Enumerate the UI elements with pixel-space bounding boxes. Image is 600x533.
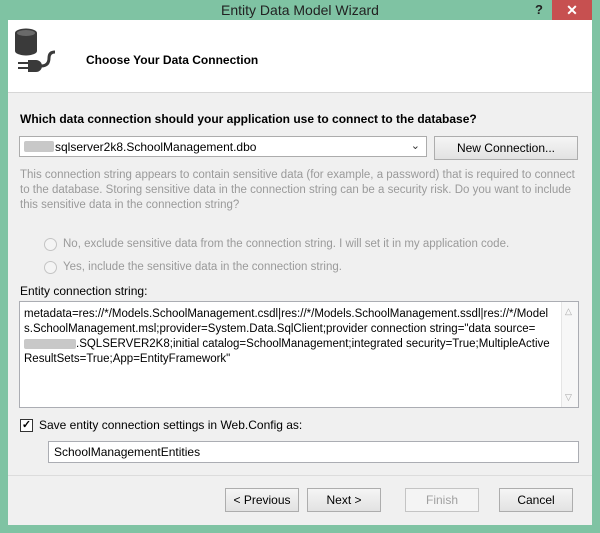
- scroll-up-icon[interactable]: △: [565, 306, 572, 317]
- connection-string-part: metadata=res://*/Models.SchoolManagement…: [24, 308, 549, 335]
- title-bar[interactable]: Entity Data Model Wizard ? ✕: [0, 0, 600, 20]
- sensitive-data-warning: This connection string appears to contai…: [20, 169, 575, 211]
- radio-button[interactable]: [44, 260, 57, 274]
- finish-button[interactable]: Finish: [405, 488, 479, 512]
- dialog-body: Choose Your Data Connection Which data c…: [8, 20, 592, 525]
- radio-exclude-label: No, exclude sensitive data from the conn…: [63, 238, 510, 250]
- connection-dropdown[interactable]: sqlserver2k8.SchoolManagement.dbo ⌄: [19, 136, 427, 157]
- save-settings-checkbox[interactable]: ✓: [20, 418, 33, 432]
- footer-divider: [8, 475, 592, 476]
- next-button[interactable]: Next >: [307, 488, 381, 512]
- new-connection-button[interactable]: New Connection...: [434, 136, 578, 160]
- wizard-window: Entity Data Model Wizard ? ✕ Choose Your…: [0, 0, 600, 533]
- window-title: Entity Data Model Wizard: [221, 2, 379, 18]
- wizard-header: Choose Your Data Connection: [8, 20, 592, 93]
- chevron-down-icon: ⌄: [410, 140, 420, 152]
- entity-connection-string: metadata=res://*/Models.SchoolManagement…: [24, 307, 554, 367]
- radio-include-label: Yes, include the sensitive data in the c…: [63, 261, 342, 273]
- page-title: Choose Your Data Connection: [86, 53, 259, 67]
- vertical-scrollbar[interactable]: △ ▽: [561, 302, 578, 407]
- previous-button[interactable]: < Previous: [225, 488, 299, 512]
- entity-name-input[interactable]: [48, 441, 579, 463]
- redacted-data-source: [24, 338, 76, 349]
- scroll-down-icon[interactable]: ▽: [565, 392, 572, 403]
- radio-button[interactable]: [44, 237, 57, 251]
- help-button[interactable]: ?: [526, 0, 552, 20]
- radio-exclude-sensitive[interactable]: No, exclude sensitive data from the conn…: [44, 236, 509, 252]
- database-connection-icon: [15, 28, 56, 72]
- save-settings-row[interactable]: ✓ Save entity connection settings in Web…: [20, 418, 302, 432]
- connection-dropdown-value: sqlserver2k8.SchoolManagement.dbo: [55, 140, 257, 154]
- entity-connection-label: Entity connection string:: [20, 284, 148, 298]
- entity-connection-string-box[interactable]: metadata=res://*/Models.SchoolManagement…: [19, 301, 579, 408]
- radio-include-sensitive[interactable]: Yes, include the sensitive data in the c…: [44, 259, 342, 275]
- cancel-button[interactable]: Cancel: [499, 488, 573, 512]
- redacted-server-name: [24, 141, 54, 152]
- connection-string-part: .SQLSERVER2K8;initial catalog=SchoolMana…: [24, 338, 550, 365]
- close-button[interactable]: ✕: [552, 0, 592, 20]
- connection-question: Which data connection should your applic…: [20, 112, 477, 126]
- save-settings-label: Save entity connection settings in Web.C…: [39, 418, 303, 432]
